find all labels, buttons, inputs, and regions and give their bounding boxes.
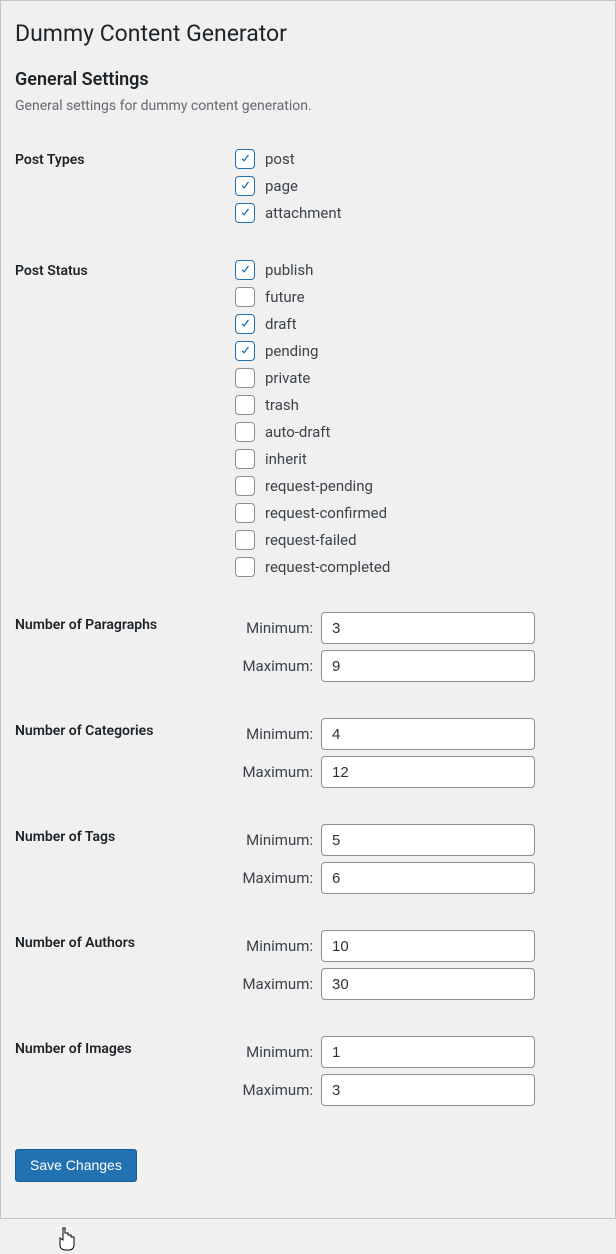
post-type-option-label: page bbox=[265, 177, 298, 195]
post-status-checkbox-future[interactable] bbox=[235, 287, 255, 307]
post-types-cell: post page attachment bbox=[235, 132, 595, 243]
authors-cell: Minimum: Maximum: bbox=[235, 915, 595, 1021]
page-title: Dummy Content Generator bbox=[15, 11, 595, 51]
post-status-option-label: request-failed bbox=[265, 531, 357, 549]
post-status-option-label: inherit bbox=[265, 450, 307, 468]
tags-min-input[interactable] bbox=[321, 824, 535, 856]
post-types-label: Post Types bbox=[15, 132, 235, 243]
post-status-option-label: draft bbox=[265, 315, 297, 333]
paragraphs-min-input[interactable] bbox=[321, 612, 535, 644]
authors-max-input[interactable] bbox=[321, 968, 535, 1000]
post-status-checkbox-inherit[interactable] bbox=[235, 449, 255, 469]
post-type-option-label: attachment bbox=[265, 204, 342, 222]
post-status-checkbox-request-confirmed[interactable] bbox=[235, 503, 255, 523]
settings-page: Dummy Content Generator General Settings… bbox=[0, 0, 616, 1219]
categories-min-label: Minimum: bbox=[235, 725, 313, 743]
tags-min-label: Minimum: bbox=[235, 831, 313, 849]
images-min-label: Minimum: bbox=[235, 1043, 313, 1061]
settings-form-table: Post Types post page attachment Post Statu… bbox=[15, 132, 595, 1127]
tags-label: Number of Tags bbox=[15, 809, 235, 915]
tags-cell: Minimum: Maximum: bbox=[235, 809, 595, 915]
post-type-checkbox-attachment[interactable] bbox=[235, 203, 255, 223]
images-max-label: Maximum: bbox=[235, 1081, 313, 1099]
post-status-checkbox-auto-draft[interactable] bbox=[235, 422, 255, 442]
paragraphs-max-input[interactable] bbox=[321, 650, 535, 682]
paragraphs-label: Number of Paragraphs bbox=[15, 597, 235, 703]
post-status-option-label: request-completed bbox=[265, 558, 390, 576]
post-status-checkbox-draft[interactable] bbox=[235, 314, 255, 334]
authors-max-label: Maximum: bbox=[235, 975, 313, 993]
post-status-cell: publish future draft pending private trash aut… bbox=[235, 243, 595, 597]
images-min-input[interactable] bbox=[321, 1036, 535, 1068]
post-type-checkbox-page[interactable] bbox=[235, 176, 255, 196]
images-label: Number of Images bbox=[15, 1021, 235, 1127]
post-status-checkbox-request-pending[interactable] bbox=[235, 476, 255, 496]
paragraphs-cell: Minimum: Maximum: bbox=[235, 597, 595, 703]
images-max-input[interactable] bbox=[321, 1074, 535, 1106]
section-description: General settings for dummy content gener… bbox=[15, 98, 595, 114]
categories-max-label: Maximum: bbox=[235, 763, 313, 781]
post-status-option-label: auto-draft bbox=[265, 423, 330, 441]
post-status-option-label: trash bbox=[265, 396, 299, 414]
authors-min-input[interactable] bbox=[321, 930, 535, 962]
post-status-option-label: future bbox=[265, 288, 305, 306]
post-type-checkbox-post[interactable] bbox=[235, 149, 255, 169]
categories-max-input[interactable] bbox=[321, 756, 535, 788]
post-status-checkbox-pending[interactable] bbox=[235, 341, 255, 361]
cursor-pointer-icon bbox=[57, 1227, 77, 1251]
categories-label: Number of Categories bbox=[15, 703, 235, 809]
post-status-checkbox-trash[interactable] bbox=[235, 395, 255, 415]
post-status-checkbox-request-completed[interactable] bbox=[235, 557, 255, 577]
section-title: General Settings bbox=[15, 69, 595, 90]
submit-row: Save Changes bbox=[15, 1149, 595, 1182]
post-status-label: Post Status bbox=[15, 243, 235, 597]
post-status-option-label: private bbox=[265, 369, 310, 387]
categories-min-input[interactable] bbox=[321, 718, 535, 750]
authors-label: Number of Authors bbox=[15, 915, 235, 1021]
categories-cell: Minimum: Maximum: bbox=[235, 703, 595, 809]
post-status-option-label: request-pending bbox=[265, 477, 373, 495]
post-status-checkbox-private[interactable] bbox=[235, 368, 255, 388]
paragraphs-max-label: Maximum: bbox=[235, 657, 313, 675]
post-type-option-label: post bbox=[265, 150, 295, 168]
paragraphs-min-label: Minimum: bbox=[235, 619, 313, 637]
tags-max-label: Maximum: bbox=[235, 869, 313, 887]
post-status-option-label: publish bbox=[265, 261, 313, 279]
save-button[interactable]: Save Changes bbox=[15, 1149, 137, 1182]
images-cell: Minimum: Maximum: bbox=[235, 1021, 595, 1127]
post-status-option-label: pending bbox=[265, 342, 318, 360]
authors-min-label: Minimum: bbox=[235, 937, 313, 955]
tags-max-input[interactable] bbox=[321, 862, 535, 894]
post-status-checkbox-publish[interactable] bbox=[235, 260, 255, 280]
post-status-option-label: request-confirmed bbox=[265, 504, 387, 522]
post-status-checkbox-request-failed[interactable] bbox=[235, 530, 255, 550]
